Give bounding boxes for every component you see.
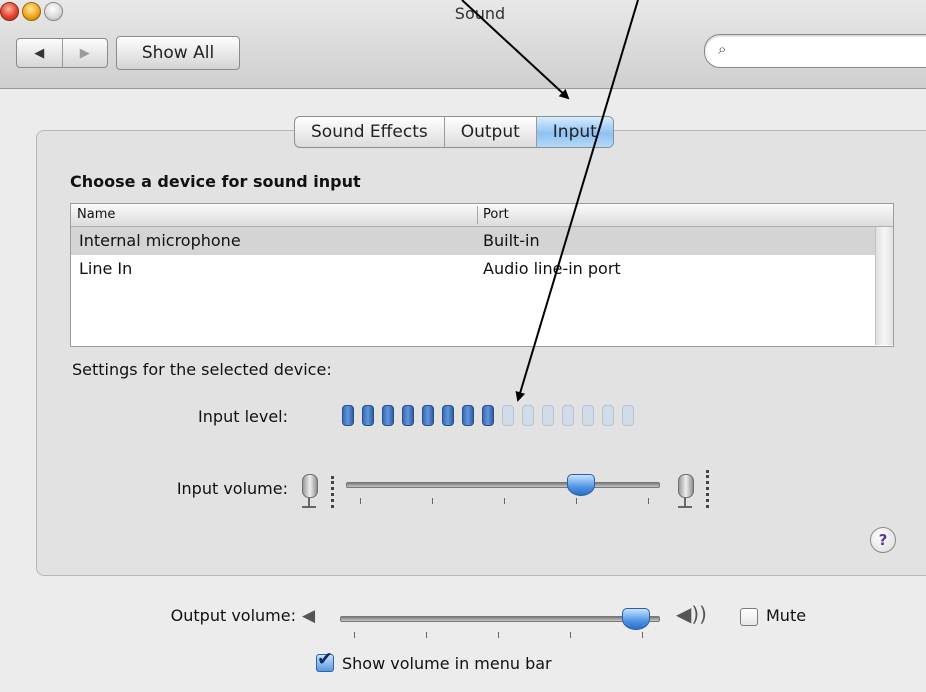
annotation-arrow [515,0,639,402]
annotation-arrows [461,0,639,402]
annotation-arrow [461,0,570,100]
